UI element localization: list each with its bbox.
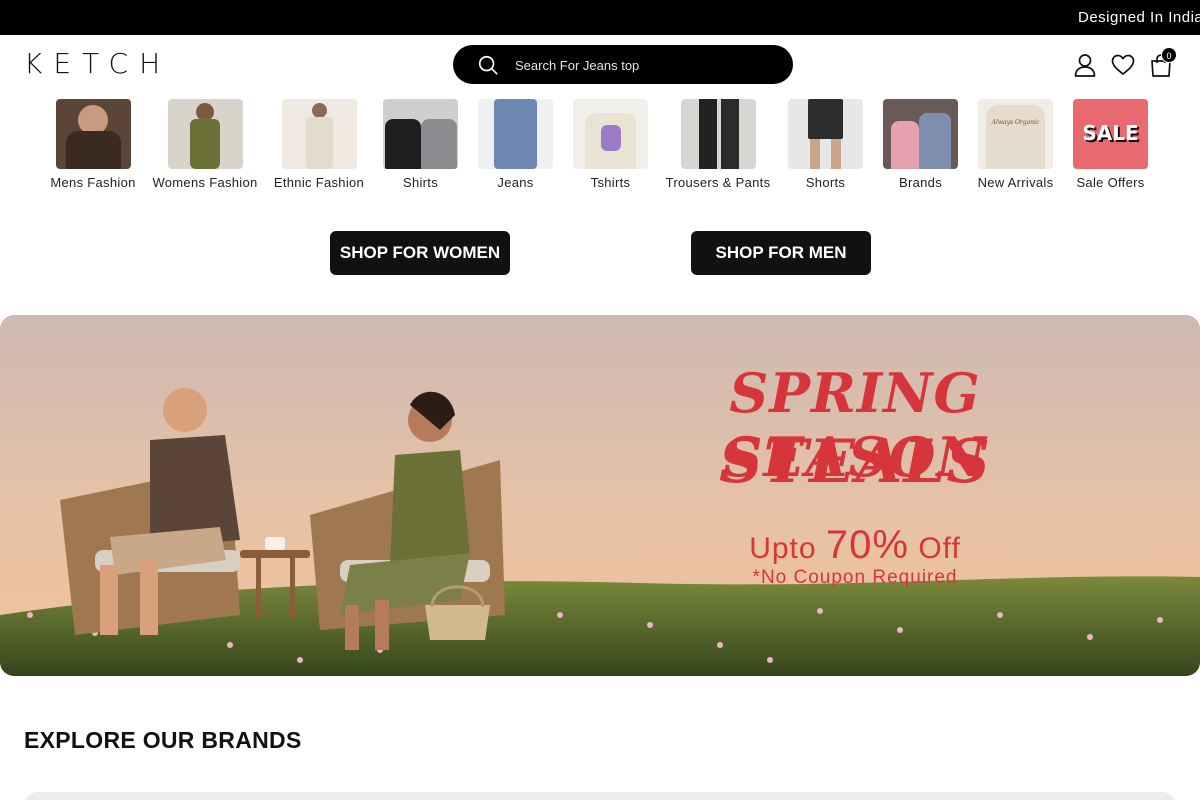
category-jeans[interactable]: Jeans bbox=[468, 99, 563, 190]
category-new-arrivals[interactable]: Always Organic New Arrivals bbox=[968, 99, 1063, 190]
banner-coupon-note: *No Coupon Required bbox=[752, 567, 958, 588]
site-logo[interactable]: KETCH bbox=[24, 47, 171, 80]
section-title-explore-brands: EXPLORE OUR BRANDS bbox=[24, 727, 302, 753]
cart-count-badge: 0 bbox=[1161, 47, 1177, 63]
category-image[interactable] bbox=[167, 99, 243, 169]
category-tshirts[interactable]: Tshirts bbox=[563, 99, 658, 190]
category-image[interactable] bbox=[383, 99, 458, 169]
category-image[interactable] bbox=[573, 99, 648, 169]
category-label: Womens Fashion bbox=[152, 175, 258, 190]
brand-carousel[interactable] bbox=[24, 792, 1176, 800]
discount-suffix: Off bbox=[908, 532, 961, 565]
category-label: Trousers & Pants bbox=[665, 175, 771, 190]
category-shorts[interactable]: Shorts bbox=[778, 99, 873, 190]
discount-prefix: Upto bbox=[749, 532, 826, 565]
wishlist-heart-icon[interactable] bbox=[1110, 52, 1136, 78]
category-label: Sale Offers bbox=[1076, 175, 1145, 190]
category-mens-fashion[interactable]: Mens Fashion bbox=[44, 99, 142, 190]
category-label: Ethnic Fashion bbox=[273, 175, 365, 190]
shop-for-women-button[interactable]: SHOP FOR WOMEN bbox=[330, 231, 510, 275]
category-image[interactable]: Always Organic bbox=[978, 99, 1053, 169]
category-womens-fashion[interactable]: Womens Fashion bbox=[150, 99, 260, 190]
category-label: Shirts bbox=[402, 175, 439, 190]
discount-value: 70% bbox=[825, 523, 909, 567]
category-ethnic-fashion[interactable]: Ethnic Fashion bbox=[270, 99, 368, 190]
category-trousers-pants[interactable]: Trousers & Pants bbox=[663, 99, 773, 190]
tile-print-text: Always Organic bbox=[991, 119, 1040, 126]
user-icon[interactable] bbox=[1072, 52, 1098, 78]
category-shirts[interactable]: Shirts bbox=[373, 99, 468, 190]
category-label: Brands bbox=[899, 175, 942, 190]
category-image[interactable] bbox=[788, 99, 863, 169]
category-image[interactable] bbox=[883, 99, 958, 169]
category-image[interactable] bbox=[55, 99, 131, 169]
banner-headline-line2: STEALS bbox=[719, 427, 991, 497]
search-bar[interactable] bbox=[453, 45, 793, 84]
category-brands[interactable]: Brands bbox=[873, 99, 968, 190]
category-label: Jeans bbox=[497, 175, 534, 190]
announcement-text: Designed In India bbox=[1078, 9, 1200, 26]
category-sale-offers[interactable]: SALE Sale Offers bbox=[1063, 99, 1158, 190]
hero-banner[interactable]: SPRING SEASON STEALS Upto 70% Off *No Co… bbox=[0, 315, 1200, 676]
category-label: Mens Fashion bbox=[50, 175, 136, 190]
category-label: New Arrivals bbox=[977, 175, 1054, 190]
site-header: KETCH 0 bbox=[0, 35, 1200, 95]
search-icon[interactable] bbox=[477, 54, 499, 76]
announcement-bar: Designed In India bbox=[0, 0, 1200, 35]
category-image[interactable] bbox=[680, 99, 756, 169]
category-image[interactable]: SALE bbox=[1073, 99, 1148, 169]
category-label: Shorts bbox=[805, 175, 846, 190]
category-strip: Mens Fashion Womens Fashion Ethnic Fashi… bbox=[0, 99, 1200, 199]
search-input[interactable] bbox=[515, 53, 775, 77]
category-image[interactable] bbox=[478, 99, 553, 169]
category-image[interactable] bbox=[281, 99, 357, 169]
sale-tile-text: SALE bbox=[1082, 121, 1139, 145]
banner-discount: Upto 70% Off bbox=[600, 523, 1110, 568]
category-label: Tshirts bbox=[590, 175, 631, 190]
shop-for-men-button[interactable]: SHOP FOR MEN bbox=[691, 231, 871, 275]
